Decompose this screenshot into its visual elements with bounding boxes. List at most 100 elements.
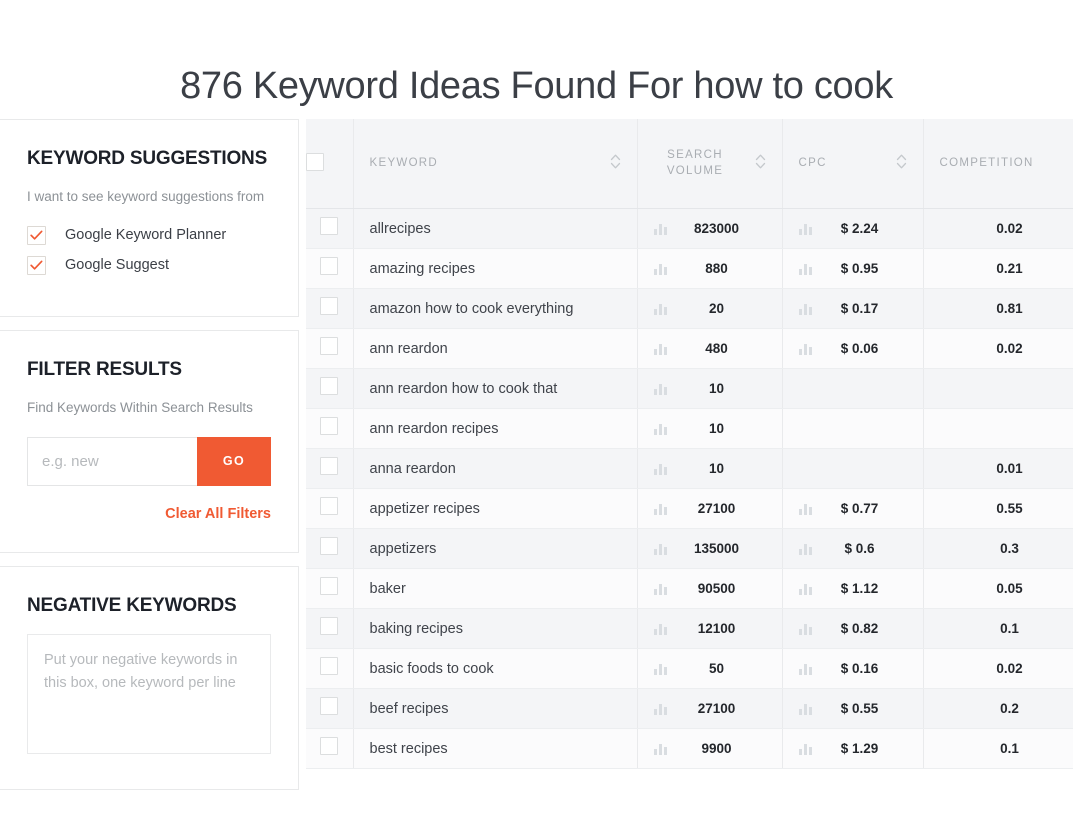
row-checkbox[interactable] [320,297,339,316]
search-volume-value: 10 [708,381,725,397]
keyword-text: appetizers [369,540,437,557]
table-row[interactable]: ann reardon how to cook that 10 [306,368,1073,410]
bar-chart-icon [653,222,668,236]
row-checkbox[interactable] [320,617,339,636]
table-row[interactable]: ann reardon 480 $ 0.06 0.02 [306,328,1073,370]
cell-keyword: best recipes [353,728,638,770]
cell-keyword: baker [353,568,638,610]
table-header-row: KEYWORD SEARCH VOLUME CPC COMPETITION [306,118,1073,210]
row-checkbox[interactable] [320,697,339,716]
cell-cpc: $ 1.12 [782,568,924,610]
table-row[interactable]: baking recipes 12100 $ 0.82 0.1 [306,608,1073,650]
table-body: allrecipes 823000 $ 2.24 0.02 amazing recipe… [306,208,1073,770]
cell-competition [923,408,1073,450]
table-row[interactable]: anna reardon 10 0.01 [306,448,1073,490]
cell-cpc: $ 0.06 [782,328,924,370]
checkbox-row-google-suggest[interactable]: Google Suggest [27,255,271,275]
keyword-text: basic foods to cook [369,660,494,677]
cell-cpc: $ 1.29 [782,728,924,770]
bar-chart-icon [653,502,668,516]
checkbox-google-suggest[interactable] [27,255,46,275]
header-search-volume[interactable]: SEARCH VOLUME [637,118,783,210]
row-checkbox[interactable] [320,377,339,396]
table-row[interactable]: basic foods to cook 50 $ 0.16 0.02 [306,648,1073,690]
cell-competition: 0.2 [923,688,1073,730]
row-checkbox[interactable] [320,217,339,236]
cell-search-volume: 50 [637,648,783,690]
sort-updown-icon[interactable] [755,153,766,173]
cell-search-volume: 9900 [637,728,783,770]
cell-cpc: $ 0.82 [782,608,924,650]
row-checkbox[interactable] [320,417,339,436]
bar-chart-icon [653,424,667,436]
cell-cpc: $ 0.16 [782,648,924,690]
header-cpc[interactable]: CPC [782,118,924,210]
checkbox-google-keyword-planner[interactable] [27,225,46,245]
bar-chart-icon [798,624,812,636]
cell-search-volume: 27100 [637,488,783,530]
bar-chart-icon [653,622,668,636]
row-checkbox[interactable] [320,577,339,596]
bar-chart-icon [798,502,813,516]
row-select-cell [306,328,354,370]
bar-chart-icon [653,742,668,756]
check-icon [30,230,43,240]
select-all-checkbox[interactable] [306,152,324,171]
row-checkbox[interactable] [320,657,339,676]
table-row[interactable]: allrecipes 823000 $ 2.24 0.02 [306,208,1073,250]
keyword-text: anna reardon [369,460,456,477]
table-row[interactable]: best recipes 9900 $ 1.29 0.1 [306,728,1073,770]
panel-negative-keywords: NEGATIVE KEYWORDS [0,565,299,790]
header-cpc-label: CPC [798,157,827,170]
cell-keyword: amazon how to cook everything [353,288,638,330]
filter-input-group: GO [27,436,271,486]
table-row[interactable]: amazon how to cook everything 20 $ 0.17 0.8… [306,288,1073,330]
cell-keyword: appetizer recipes [353,488,638,530]
row-checkbox[interactable] [320,337,339,356]
table-row[interactable]: amazing recipes 880 $ 0.95 0.21 [306,248,1073,290]
cell-search-volume: 10 [637,368,783,410]
search-volume-value: 10 [708,421,725,437]
search-volume-value: 12100 [697,621,736,637]
sort-updown-icon[interactable] [610,153,621,173]
bar-chart-icon [653,462,668,476]
sort-updown-icon[interactable] [896,153,907,173]
row-checkbox[interactable] [320,257,339,276]
keyword-text: baker [369,580,406,597]
bar-chart-icon [798,582,813,596]
header-search-volume-label: SEARCH VOLUME [666,148,724,178]
table-row[interactable]: baker 90500 $ 1.12 0.05 [306,568,1073,610]
filter-keyword-input[interactable] [27,436,197,486]
cell-search-volume: 10 [637,408,783,450]
table-row[interactable]: beef recipes 27100 $ 0.55 0.2 [306,688,1073,730]
search-volume-value: 880 [705,261,728,277]
filter-go-button[interactable]: GO [197,436,271,486]
competition-value: 0.02 [996,221,1023,237]
header-keyword[interactable]: KEYWORD [353,118,638,210]
bar-chart-icon [798,544,812,556]
check-icon [30,260,43,270]
cell-cpc: $ 0.77 [782,488,924,530]
checkbox-row-google-keyword-planner[interactable]: Google Keyword Planner [27,225,271,245]
page-root: 876 Keyword Ideas Found For how to cook … [0,0,1073,803]
negative-keywords-textarea[interactable] [27,633,271,754]
search-volume-value: 20 [708,301,725,317]
bar-chart-icon [653,264,667,276]
row-checkbox[interactable] [320,457,339,476]
table-row[interactable]: appetizer recipes 27100 $ 0.77 0.55 [306,488,1073,530]
row-checkbox[interactable] [320,737,339,756]
cpc-value: $ 0.55 [840,701,879,717]
row-checkbox[interactable] [320,537,339,556]
table-row[interactable]: appetizers 135000 $ 0.6 0.3 [306,528,1073,570]
competition-value: 0.3 [1000,541,1019,557]
competition-value: 0.02 [996,341,1023,357]
cell-competition: 0.02 [923,648,1073,690]
table-row[interactable]: ann reardon recipes 10 [306,408,1073,450]
search-volume-value: 27100 [697,501,736,517]
keyword-suggestions-title: KEYWORD SUGGESTIONS [27,147,268,169]
clear-all-filters-link[interactable]: Clear All Filters [27,506,271,522]
bar-chart-icon [798,222,813,236]
keyword-text: best recipes [369,740,448,757]
cell-keyword: anna reardon [353,448,638,490]
row-checkbox[interactable] [320,497,339,516]
